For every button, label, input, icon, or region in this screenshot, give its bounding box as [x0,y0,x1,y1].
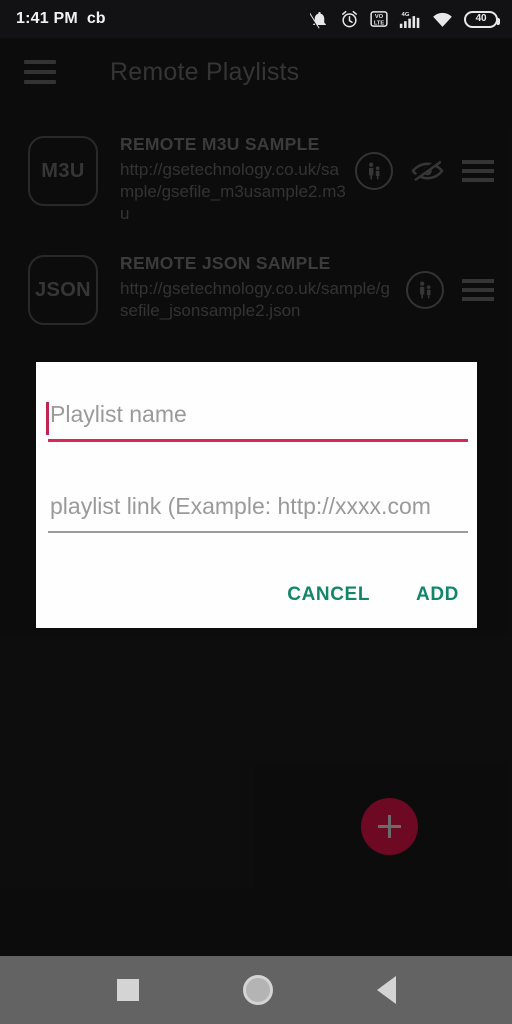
square-recents-icon[interactable] [116,979,139,1001]
battery-icon: 40 [464,10,500,28]
playlist-link-field-wrap: playlist link (Example: http://xxxx.com [48,492,477,534]
svg-text:VO: VO [375,14,384,20]
wifi-icon [432,10,453,29]
system-navigation-bar [0,956,512,1024]
playlist-name-field-wrap: Playlist name [48,400,477,442]
playlist-name-underline [48,438,468,442]
cancel-button[interactable]: CANCEL [285,580,372,610]
circle-home-icon[interactable] [242,975,273,1005]
playlist-link-placeholder[interactable]: playlist link (Example: http://xxxx.com [48,492,477,531]
triangle-back-icon[interactable] [376,976,396,1004]
battery-percent: 40 [475,13,487,24]
add-button[interactable]: ADD [414,580,461,610]
volte-icon: VO LTE [370,10,388,28]
text-caret [46,402,49,435]
playlist-link-underline [48,530,468,534]
alarm-icon [340,10,359,29]
playlist-name-placeholder[interactable]: Playlist name [48,400,477,439]
phone-screen: 1:41 PM cb VO LTE 4G 40 Remote Playlists… [0,0,512,1024]
dialog-actions: CANCEL ADD [285,580,461,610]
signal-4g-icon: 4G [399,10,421,29]
notifications-off-icon [310,10,329,29]
status-clock: 1:41 PM [16,10,78,27]
add-playlist-dialog: Playlist name playlist link (Example: ht… [36,362,477,628]
status-bar-right: VO LTE 4G 40 [310,10,500,29]
status-carrier-label: cb [86,10,106,27]
status-bar-left: 1:41 PM cb [16,11,106,27]
svg-text:4G: 4G [402,12,410,18]
svg-text:LTE: LTE [374,20,385,26]
status-bar: 1:41 PM cb VO LTE 4G 40 [0,0,512,38]
